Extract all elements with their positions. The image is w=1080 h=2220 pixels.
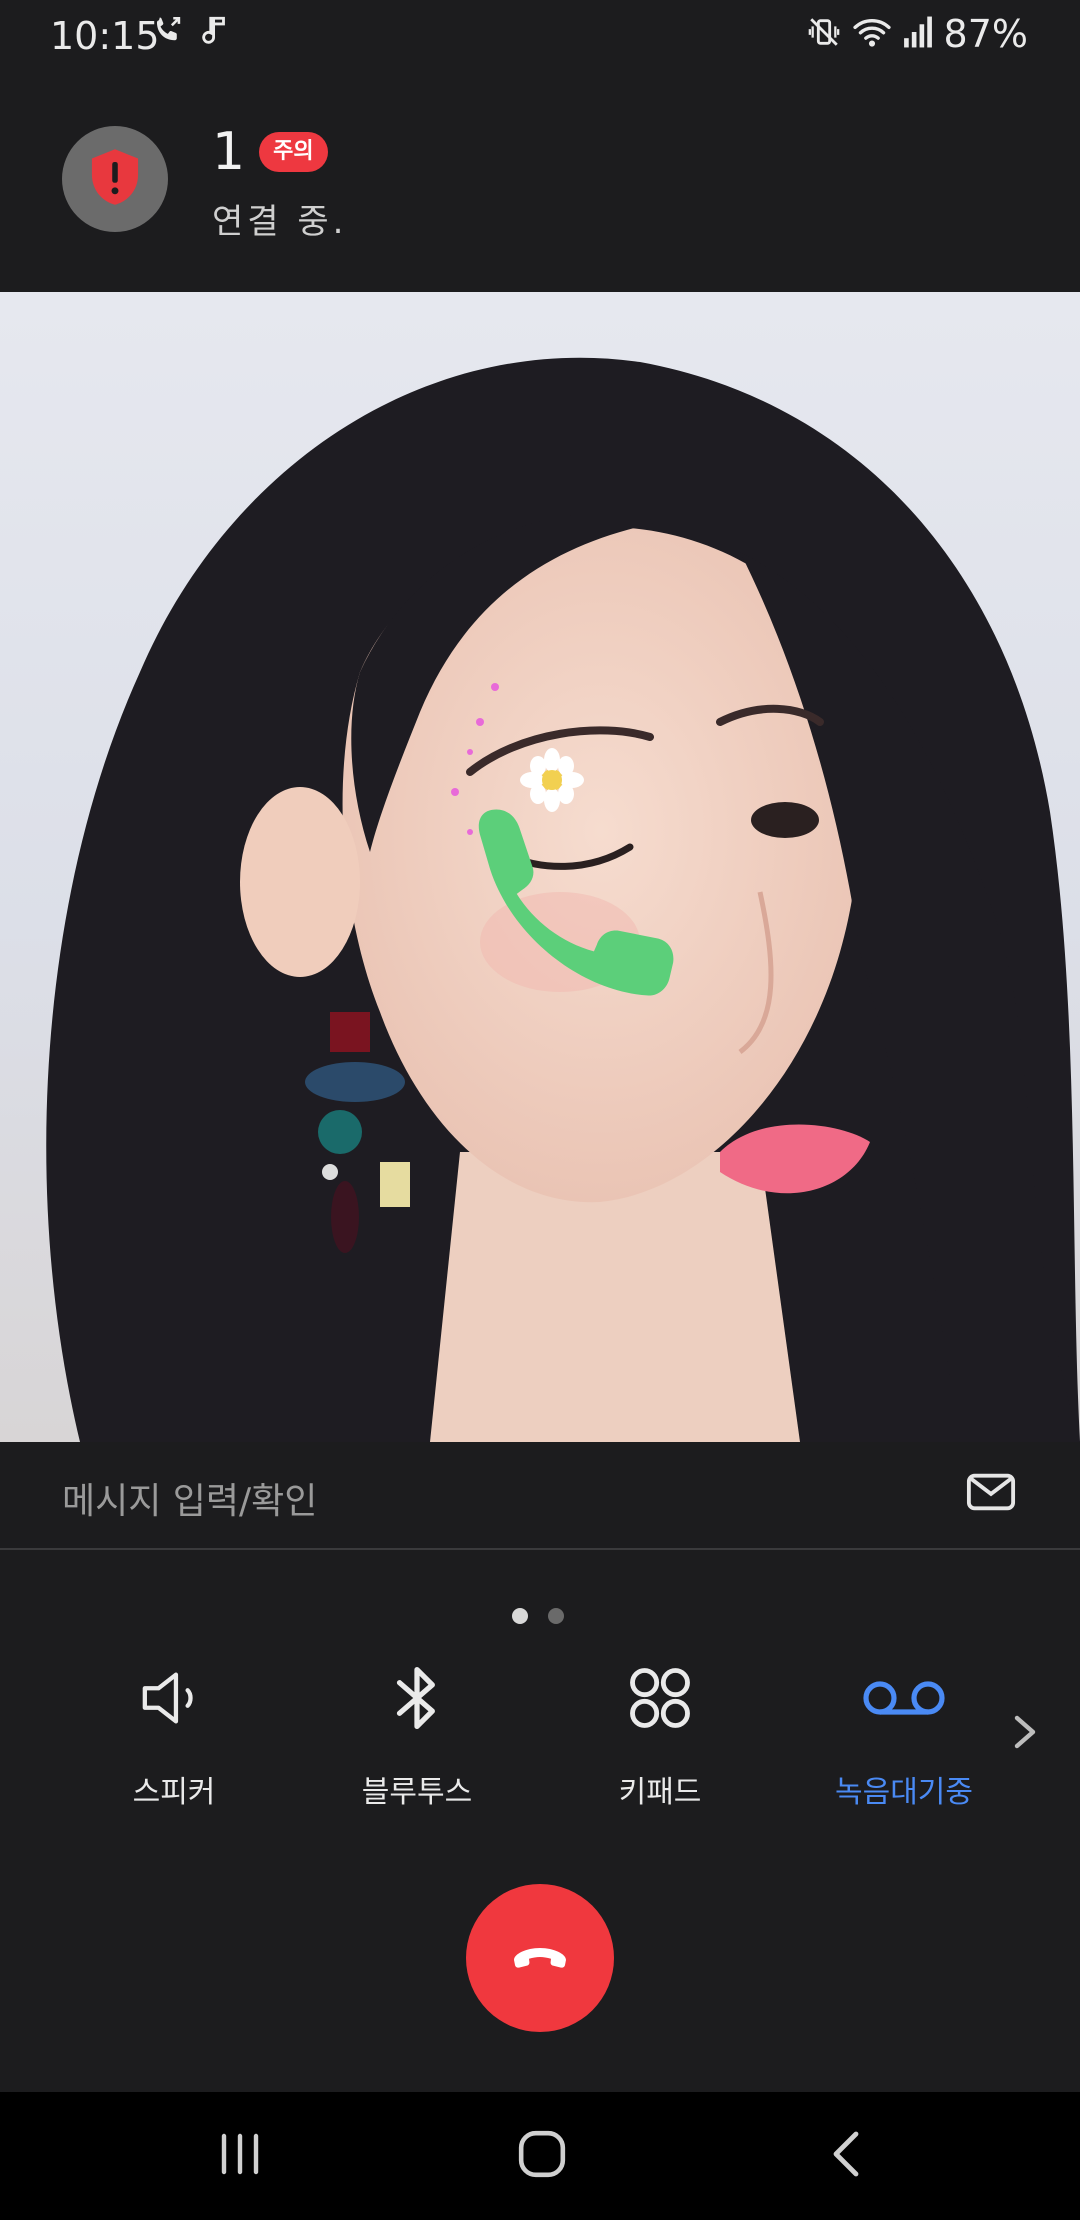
page-dot-1 [512, 1608, 528, 1624]
wifi-icon [852, 15, 892, 53]
speaker-label: 스피커 [132, 1775, 216, 1810]
home-icon [517, 2129, 567, 2183]
caution-badge: 주의 [259, 132, 328, 172]
end-call-icon [510, 1942, 570, 1974]
bluetooth-icon [390, 1663, 444, 1737]
message-bar[interactable]: 메시지 입력/확인 [0, 1442, 1080, 1550]
caller-photo-illustration [46, 357, 1080, 1442]
music-note-icon [200, 14, 230, 52]
message-input-placeholder[interactable]: 메시지 입력/확인 [62, 1472, 317, 1524]
recent-apps-icon [217, 2132, 263, 2180]
caller-avatar[interactable] [62, 126, 168, 232]
keypad-button[interactable]: 키패드 [560, 1655, 760, 1811]
caller-name-row: 1 주의 [212, 122, 328, 182]
keypad-icon [627, 1665, 693, 1735]
status-bar: 10:15 87% [0, 0, 1080, 70]
status-right-icons: 87% [806, 12, 1028, 56]
call-status: 연결 중. [212, 202, 348, 242]
call-in-progress-icon [152, 14, 186, 52]
navigation-bar [0, 2092, 1080, 2220]
page-dot-2 [548, 1608, 564, 1624]
speaker-button[interactable]: 스피커 [74, 1655, 274, 1811]
recent-apps-button[interactable] [200, 2120, 280, 2192]
shield-warning-icon [87, 147, 143, 211]
back-icon [830, 2130, 862, 2182]
bluetooth-label: 블루투스 [361, 1775, 473, 1810]
voicemail-record-button[interactable]: 녹음대기중 [804, 1655, 1004, 1811]
battery-percent: 87% [943, 12, 1028, 56]
back-button[interactable] [806, 2120, 886, 2192]
caller-header: 1 주의 연결 중. [0, 70, 1080, 292]
page-indicator [512, 1608, 564, 1624]
call-controls: 스피커 블루투스 키패드 녹음대기중 [0, 1550, 1080, 2090]
voicemail-icon [862, 1678, 946, 1722]
bluetooth-button[interactable]: 블루투스 [317, 1655, 517, 1811]
keypad-label: 키패드 [618, 1775, 702, 1810]
status-left-icons [152, 14, 230, 52]
caller-photo [0, 292, 1080, 1442]
vibrate-mute-icon [806, 15, 842, 53]
mail-icon[interactable] [966, 1472, 1016, 1516]
speaker-icon [139, 1668, 209, 1732]
home-button[interactable] [502, 2120, 582, 2192]
end-call-button[interactable] [466, 1884, 614, 2032]
status-time: 10:15 [50, 14, 160, 58]
signal-icon [902, 15, 934, 53]
caller-name: 1 [212, 122, 246, 182]
chevron-right-icon[interactable] [1010, 1712, 1040, 1756]
voicemail-label: 녹음대기중 [835, 1775, 973, 1810]
